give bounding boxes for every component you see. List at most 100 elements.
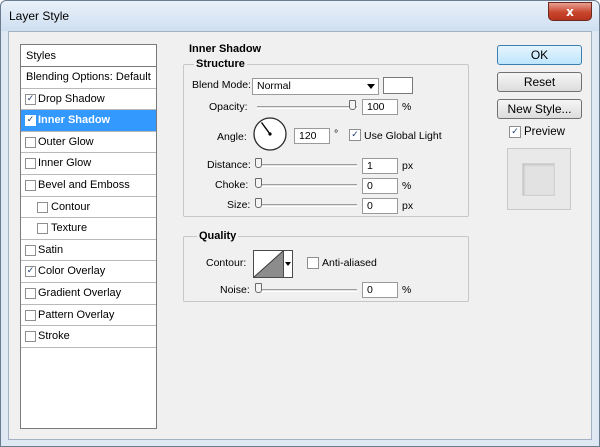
section-title: Inner Shadow	[189, 43, 262, 55]
blend-mode-value: Normal	[257, 80, 291, 92]
opacity-label: Opacity:	[209, 101, 248, 113]
contour-dropdown[interactable]	[284, 250, 293, 278]
style-item-label: Pattern Overlay	[38, 308, 115, 321]
style-item-satin[interactable]: Satin	[21, 240, 156, 262]
style-item-pattern-overlay[interactable]: Pattern Overlay	[21, 305, 156, 327]
preview-swatch-area	[507, 148, 571, 210]
opacity-unit: %	[402, 101, 412, 113]
new-style-button[interactable]: New Style...	[497, 99, 582, 119]
angle-unit: °	[334, 128, 339, 140]
title-bar[interactable]: Layer Style x	[1, 1, 599, 31]
distance-label: Distance:	[207, 159, 251, 171]
styles-list-header[interactable]: Styles	[21, 45, 156, 67]
style-item-bevel-and-emboss[interactable]: Bevel and Emboss	[21, 175, 156, 197]
style-item-label: Color Overlay	[38, 265, 106, 278]
style-item-checkbox[interactable]	[37, 223, 48, 235]
style-item-label: Texture	[51, 222, 88, 235]
preview-label: Preview	[524, 126, 565, 138]
noise-unit: %	[402, 284, 412, 296]
choke-input[interactable]: 0	[362, 178, 398, 194]
use-global-light-label: Use Global Light	[364, 130, 442, 142]
preview-checkbox[interactable]: ✓	[509, 126, 521, 138]
style-item-label: Contour	[51, 200, 91, 213]
window-title: Layer Style	[9, 9, 70, 23]
style-item-checkbox[interactable]	[25, 179, 36, 191]
choke-label: Choke:	[215, 179, 249, 191]
size-label: Size:	[227, 199, 251, 211]
style-item-inner-glow[interactable]: Inner Glow	[21, 153, 156, 175]
style-item-label: Bevel and Emboss	[38, 178, 130, 191]
angle-input[interactable]: 120	[294, 128, 330, 144]
style-item-gradient-overlay[interactable]: Gradient Overlay	[21, 283, 156, 305]
style-item-checkbox[interactable]	[25, 287, 36, 299]
dialog-client-area: Styles Blending Options: Default ✓ Drop Sh…	[8, 31, 592, 440]
style-item-checkbox[interactable]	[25, 309, 36, 321]
preview-swatch	[522, 163, 555, 196]
style-item-checkbox[interactable]	[37, 201, 48, 213]
check-icon: ✓	[511, 127, 519, 137]
style-item-color-overlay[interactable]: ✓ Color Overlay	[21, 261, 156, 283]
style-item-checkbox[interactable]	[25, 331, 36, 343]
distance-input[interactable]: 1	[362, 158, 398, 174]
style-item-checkbox[interactable]	[25, 158, 36, 170]
style-item-label: Satin	[38, 243, 64, 256]
contour-preview-icon	[253, 250, 284, 278]
style-item-checkbox[interactable]: ✓	[25, 115, 36, 127]
chevron-down-icon	[367, 84, 375, 89]
choke-unit: %	[402, 180, 412, 192]
contour-label: Contour:	[206, 257, 247, 269]
distance-unit: px	[402, 160, 414, 172]
style-item-blending-options-default[interactable]: Blending Options: Default	[21, 67, 156, 89]
style-item-checkbox[interactable]	[25, 244, 36, 256]
size-slider-thumb[interactable]	[255, 198, 262, 208]
style-item-checkbox[interactable]	[25, 136, 36, 148]
style-item-label: Inner Shadow	[38, 114, 111, 127]
style-item-label: Blending Options: Default	[26, 71, 151, 83]
distance-slider-track[interactable]	[257, 164, 357, 167]
size-slider-track[interactable]	[257, 204, 357, 207]
style-item-label: Stroke	[38, 330, 70, 343]
quality-legend: Quality	[197, 230, 239, 242]
noise-slider-thumb[interactable]	[255, 283, 262, 293]
distance-slider-thumb[interactable]	[255, 158, 262, 168]
style-item-label: Gradient Overlay	[38, 286, 122, 299]
style-item-outer-glow[interactable]: Outer Glow	[21, 132, 156, 154]
noise-slider-track[interactable]	[257, 289, 357, 292]
anti-aliased-label: Anti-aliased	[322, 257, 377, 269]
anti-aliased-checkbox[interactable]	[307, 257, 319, 269]
noise-input[interactable]: 0	[362, 282, 398, 298]
blend-mode-label: Blend Mode:	[192, 79, 251, 91]
style-item-label: Outer Glow	[38, 135, 94, 148]
close-icon: x	[566, 4, 574, 19]
size-unit: px	[402, 200, 414, 212]
blend-mode-select[interactable]: Normal	[252, 78, 379, 95]
style-item-label: Inner Glow	[38, 157, 92, 170]
style-item-inner-shadow[interactable]: ✓ Inner Shadow	[21, 110, 156, 132]
choke-slider-track[interactable]	[257, 184, 357, 187]
close-button[interactable]: x	[548, 2, 592, 21]
opacity-input[interactable]: 100	[362, 99, 398, 115]
blend-color-swatch[interactable]	[383, 77, 413, 94]
use-global-light-checkbox[interactable]: ✓	[349, 129, 361, 141]
layer-style-dialog: Layer Style x Styles Blending Options: D…	[0, 0, 600, 447]
style-item-stroke[interactable]: Stroke	[21, 326, 156, 348]
check-icon: ✓	[351, 130, 359, 140]
style-item-contour[interactable]: Contour	[21, 197, 156, 219]
structure-legend: Structure	[194, 58, 247, 70]
ok-button[interactable]: OK	[497, 45, 582, 65]
reset-button[interactable]: Reset	[497, 72, 582, 92]
styles-list: Styles Blending Options: Default ✓ Drop Sh…	[20, 44, 157, 429]
style-item-texture[interactable]: Texture	[21, 218, 156, 240]
style-item-label: Drop Shadow	[38, 92, 105, 105]
style-item-checkbox[interactable]: ✓	[25, 266, 36, 278]
style-item-drop-shadow[interactable]: ✓ Drop Shadow	[21, 89, 156, 111]
style-item-checkbox[interactable]: ✓	[25, 93, 36, 105]
opacity-slider-thumb[interactable]	[349, 100, 356, 110]
noise-label: Noise:	[220, 284, 250, 296]
angle-dial[interactable]	[252, 116, 288, 152]
angle-label: Angle:	[217, 131, 247, 143]
size-input[interactable]: 0	[362, 198, 398, 214]
opacity-slider-track[interactable]	[257, 106, 357, 109]
contour-picker[interactable]	[253, 250, 284, 278]
choke-slider-thumb[interactable]	[255, 178, 262, 188]
